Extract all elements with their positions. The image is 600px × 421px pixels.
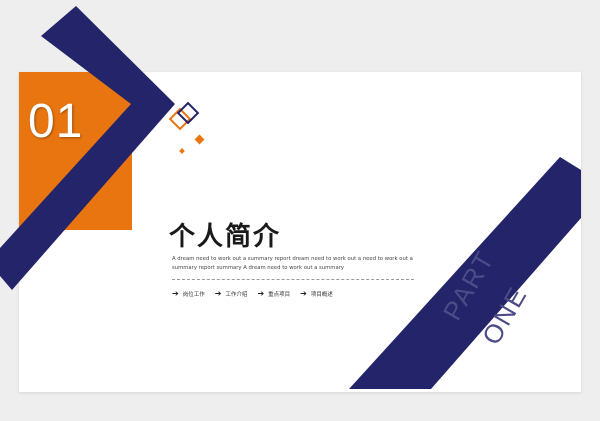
arrow-right-icon: ➔: [257, 289, 265, 298]
menu-item-label: 工作介绍: [225, 292, 248, 298]
menu-item-3[interactable]: ➔ 重点项目: [257, 288, 290, 300]
menu-item-1[interactable]: ➔ 岗位工作: [172, 288, 205, 300]
arrow-right-icon: ➔: [214, 289, 222, 298]
dashed-divider: [172, 279, 414, 280]
filled-diamond-small: [179, 148, 185, 154]
decorative-shapes: [0, 6, 581, 389]
arrow-right-icon: ➔: [172, 289, 179, 298]
page-title: 个人简介: [169, 222, 282, 252]
filled-diamond-large: [194, 134, 205, 145]
menu-item-label: 重点项目: [268, 292, 291, 298]
menu-item-label: 岗位工作: [182, 292, 205, 298]
section-number: 01: [28, 95, 84, 148]
menu-item-2[interactable]: ➔ 工作介绍: [215, 288, 248, 300]
arrow-right-icon: ➔: [300, 289, 307, 298]
menu-item-label: 项目概述: [310, 292, 333, 298]
description-text: A dream need to work out a summary repor…: [172, 256, 413, 271]
menu-list: ➔ 岗位工作 ➔ 工作介绍 ➔ 重点项目 ➔ 项目概述: [172, 288, 343, 300]
menu-item-4[interactable]: ➔ 项目概述: [300, 288, 333, 300]
